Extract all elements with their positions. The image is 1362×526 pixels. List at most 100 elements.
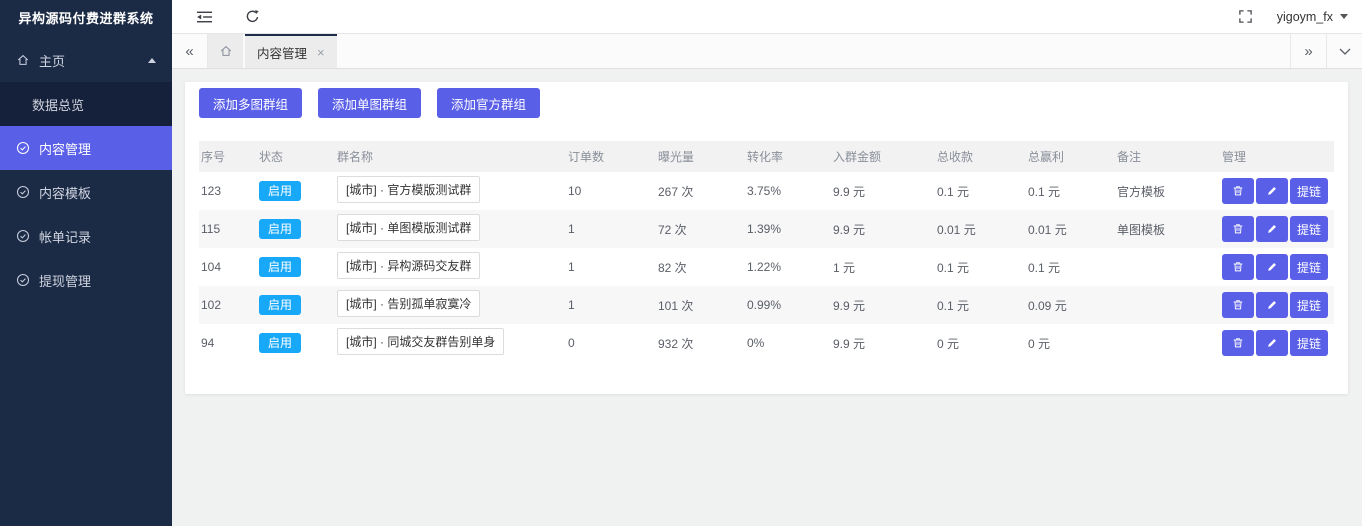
cell-income: 0.1 元	[935, 297, 1026, 314]
group-name-box: [城市] · 同城交友群告别单身	[337, 328, 504, 355]
refresh-icon	[245, 9, 260, 24]
sidebar-item-withdrawal-management[interactable]: 提现管理	[0, 258, 172, 302]
cell-conversion: 0.99%	[745, 298, 831, 312]
group-name-box: [城市] · 告别孤单寂寞冷	[337, 290, 480, 317]
pencil-icon	[1266, 223, 1278, 235]
cell-price: 1 元	[831, 259, 935, 276]
sidebar-toggle-button[interactable]	[192, 6, 217, 28]
cell-orders: 0	[566, 336, 656, 350]
row-actions: 提链	[1220, 254, 1334, 280]
sidebar-item-label: 主页	[39, 51, 65, 70]
cell-status: 启用	[257, 181, 335, 201]
main-area: yigoym_fx « 内容管理 × »	[172, 0, 1362, 526]
column-header: 备注	[1115, 148, 1220, 165]
delete-button[interactable]	[1222, 216, 1254, 242]
get-link-button[interactable]: 提链	[1290, 178, 1328, 204]
topbar: yigoym_fx	[172, 0, 1362, 34]
pencil-icon	[1266, 337, 1278, 349]
cell-profit: 0.01 元	[1026, 221, 1115, 238]
sidebar-item-content-template[interactable]: 内容模板	[0, 170, 172, 214]
tab-home[interactable]	[208, 34, 245, 68]
cell-conversion: 0%	[745, 336, 831, 350]
trash-icon	[1232, 337, 1244, 349]
cell-profit: 0.1 元	[1026, 259, 1115, 276]
collapse-menu-icon	[196, 10, 213, 24]
trash-icon	[1232, 261, 1244, 273]
add-single-image-group-button[interactable]: 添加单图群组	[318, 88, 421, 118]
edit-button[interactable]	[1256, 216, 1288, 242]
status-badge: 启用	[259, 219, 301, 239]
cell-exposure: 82 次	[656, 259, 745, 276]
tabs-menu-button[interactable]	[1326, 34, 1362, 68]
cell-exposure: 101 次	[656, 297, 745, 314]
cell-name: [城市] · 官方模版测试群	[335, 176, 566, 206]
pencil-icon	[1266, 299, 1278, 311]
get-link-button[interactable]: 提链	[1290, 254, 1328, 280]
cell-id: 115	[199, 222, 257, 236]
delete-button[interactable]	[1222, 254, 1254, 280]
column-header: 总收款	[935, 148, 1026, 165]
cell-orders: 1	[566, 260, 656, 274]
cell-id: 104	[199, 260, 257, 274]
cell-orders: 10	[566, 184, 656, 198]
column-header: 入群金额	[831, 148, 935, 165]
toolbar: 添加多图群组 添加单图群组 添加官方群组	[199, 88, 1334, 118]
column-header: 状态	[257, 148, 335, 165]
sidebar-item-label: 内容管理	[39, 139, 91, 158]
delete-button[interactable]	[1222, 178, 1254, 204]
cell-orders: 1	[566, 222, 656, 236]
status-badge: 启用	[259, 333, 301, 353]
cell-name: [城市] · 单图模版测试群	[335, 214, 566, 244]
refresh-button[interactable]	[241, 5, 264, 28]
column-header: 订单数	[566, 148, 656, 165]
cell-exposure: 932 次	[656, 335, 745, 352]
get-link-button[interactable]: 提链	[1290, 216, 1328, 242]
tabs-scroll-left-button[interactable]: «	[172, 34, 208, 68]
row-actions: 提链	[1220, 292, 1334, 318]
cell-exposure: 72 次	[656, 221, 745, 238]
chevron-down-icon	[1339, 48, 1351, 55]
cell-price: 9.9 元	[831, 183, 935, 200]
delete-button[interactable]	[1222, 292, 1254, 318]
column-header: 序号	[199, 148, 257, 165]
user-menu[interactable]: yigoym_fx	[1277, 10, 1348, 24]
group-name-box: [城市] · 单图模版测试群	[337, 214, 480, 241]
edit-button[interactable]	[1256, 330, 1288, 356]
cell-status: 启用	[257, 295, 335, 315]
app-title: 异构源码付费进群系统	[0, 0, 172, 38]
home-icon	[16, 53, 30, 67]
cell-id: 123	[199, 184, 257, 198]
get-link-button[interactable]: 提链	[1290, 292, 1328, 318]
caret-up-icon	[148, 58, 156, 63]
pencil-icon	[1266, 185, 1278, 197]
tabbar: « 内容管理 × »	[172, 34, 1362, 69]
cell-orders: 1	[566, 298, 656, 312]
cell-remark: 官方模板	[1115, 183, 1220, 200]
caret-down-icon	[1340, 14, 1348, 19]
pencil-icon	[1266, 261, 1278, 273]
tabs-scroll-right-button[interactable]: »	[1290, 34, 1326, 68]
edit-button[interactable]	[1256, 178, 1288, 204]
cell-conversion: 1.22%	[745, 260, 831, 274]
sidebar: 异构源码付费进群系统 主页 数据总览 内容管理 内容模板 帐单记录 提现管理	[0, 0, 172, 526]
column-header: 群名称	[335, 148, 566, 165]
home-icon	[219, 44, 233, 58]
edit-button[interactable]	[1256, 292, 1288, 318]
edit-button[interactable]	[1256, 254, 1288, 280]
sidebar-item-home[interactable]: 主页	[0, 38, 172, 82]
cell-status: 启用	[257, 257, 335, 277]
add-multi-image-group-button[interactable]: 添加多图群组	[199, 88, 302, 118]
close-icon[interactable]: ×	[317, 45, 325, 60]
sidebar-item-billing-records[interactable]: 帐单记录	[0, 214, 172, 258]
get-link-button[interactable]: 提链	[1290, 330, 1328, 356]
sidebar-item-data-overview[interactable]: 数据总览	[0, 82, 172, 126]
delete-button[interactable]	[1222, 330, 1254, 356]
fullscreen-button[interactable]	[1234, 5, 1257, 28]
tab-content-management[interactable]: 内容管理 ×	[245, 34, 337, 68]
chevrons-right-icon: »	[1304, 43, 1312, 60]
cell-name: [城市] · 告别孤单寂寞冷	[335, 290, 566, 320]
cell-price: 9.9 元	[831, 297, 935, 314]
sidebar-item-content-management[interactable]: 内容管理	[0, 126, 172, 170]
add-official-group-button[interactable]: 添加官方群组	[437, 88, 540, 118]
content-card: 添加多图群组 添加单图群组 添加官方群组 序号 状态 群名称 订单数 曝光量 转…	[185, 82, 1348, 394]
